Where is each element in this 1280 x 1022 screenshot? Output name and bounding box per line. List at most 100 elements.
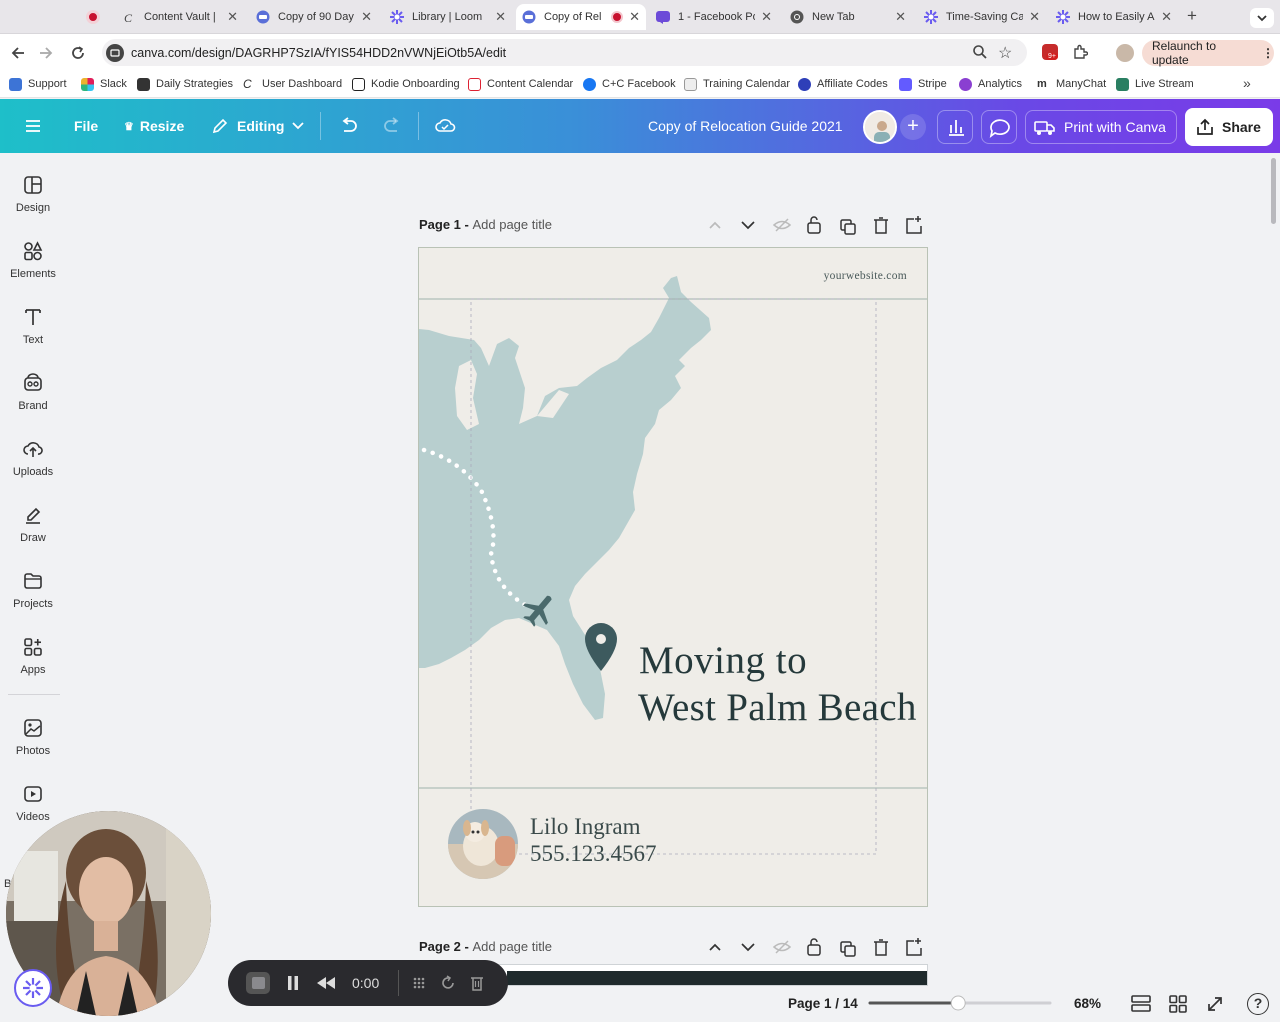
resize-button[interactable]: ♛ Resize xyxy=(124,118,184,134)
stop-recording-button[interactable] xyxy=(246,972,270,994)
close-icon[interactable]: ✕ xyxy=(895,9,906,25)
discard-trash-icon[interactable] xyxy=(470,975,484,991)
bookmark-star-icon[interactable]: ☆ xyxy=(998,43,1012,63)
duplicate-page-icon[interactable] xyxy=(840,941,856,957)
lock-icon[interactable] xyxy=(807,938,821,956)
bookmark-kodie-onboarding[interactable]: Kodie Onboarding xyxy=(352,75,460,93)
tab-loom-library[interactable]: Library | Loom ✕ xyxy=(384,4,512,30)
tab-content-vault[interactable]: C Content Vault | ✕ xyxy=(116,4,244,30)
tab-time-saving[interactable]: Time-Saving Ca ✕ xyxy=(918,4,1046,30)
comment-button[interactable] xyxy=(981,110,1017,144)
editing-mode-button[interactable]: Editing xyxy=(211,117,305,135)
bookmark-slack[interactable]: Slack xyxy=(81,75,127,93)
duplicate-page-icon[interactable] xyxy=(840,219,856,235)
undo-icon[interactable] xyxy=(339,117,359,135)
bookmark-manychat[interactable]: m ManyChat xyxy=(1037,75,1106,93)
add-collaborator-icon[interactable]: + xyxy=(900,114,926,140)
bookmark-cc-facebook[interactable]: C+C Facebook xyxy=(583,75,676,93)
tab-how-to-easily[interactable]: How to Easily A ✕ xyxy=(1050,4,1178,30)
grid-view-icon[interactable] xyxy=(1169,995,1187,1013)
sidebar-item-projects[interactable]: Projects xyxy=(0,571,66,610)
rewind-icon[interactable] xyxy=(316,976,336,990)
add-page-icon[interactable] xyxy=(906,938,922,956)
tab-90-day[interactable]: Copy of 90 Day ✕ xyxy=(250,4,378,30)
bookmark-analytics[interactable]: Analytics xyxy=(959,75,1022,93)
headline-line-1[interactable]: Moving to xyxy=(639,638,807,683)
help-icon[interactable]: ? xyxy=(1247,993,1269,1015)
chevron-down-icon[interactable] xyxy=(741,221,755,230)
close-icon[interactable]: ✕ xyxy=(495,9,506,25)
file-menu[interactable]: File xyxy=(74,118,98,134)
sidebar-item-text[interactable]: Text xyxy=(0,307,66,346)
relaunch-button[interactable]: Relaunch to update ⋮ xyxy=(1142,39,1274,67)
page-2-title-field[interactable]: Add page title xyxy=(472,939,552,954)
loom-logo-icon[interactable] xyxy=(14,969,52,1007)
fullscreen-icon[interactable] xyxy=(1206,995,1224,1013)
bookmark-support[interactable]: Support xyxy=(9,75,67,93)
bookmark-daily-strategies[interactable]: Daily Strategies xyxy=(137,75,233,93)
notes-view-icon[interactable] xyxy=(1131,995,1151,1013)
website-text[interactable]: yourwebsite.com xyxy=(824,270,907,282)
share-button[interactable]: Share xyxy=(1185,108,1273,146)
tab-search-chevron-icon[interactable] xyxy=(1250,8,1274,28)
forward-icon[interactable] xyxy=(38,45,54,61)
zoom-level[interactable]: 68% xyxy=(1074,996,1101,1011)
bookmark-user-dashboard[interactable]: C User Dashboard xyxy=(243,75,342,93)
insights-button[interactable] xyxy=(937,110,973,144)
hide-page-icon[interactable] xyxy=(772,940,792,954)
chevron-up-icon[interactable] xyxy=(709,943,721,951)
design-page-1[interactable]: yourwebsite.com Moving to West Palm Beac… xyxy=(418,247,928,907)
more-bookmarks-icon[interactable]: » xyxy=(1243,75,1251,91)
collaborator-avatar[interactable] xyxy=(863,110,897,144)
new-tab-button[interactable]: + xyxy=(1187,6,1197,26)
hide-page-icon[interactable] xyxy=(772,218,792,232)
sidebar-item-brand[interactable]: Brand xyxy=(0,373,66,412)
sidebar-item-videos[interactable]: Videos xyxy=(0,784,66,823)
delete-page-icon[interactable] xyxy=(874,939,888,956)
close-icon[interactable]: ✕ xyxy=(629,9,640,25)
tab-relocation-guide[interactable]: Copy of Rel ✕ xyxy=(516,4,646,30)
bookmark-content-calendar[interactable]: Content Calendar xyxy=(468,75,573,93)
pause-icon[interactable] xyxy=(286,975,300,991)
agent-phone[interactable]: 555.123.4567 xyxy=(530,841,657,867)
bookmark-stripe[interactable]: Stripe xyxy=(899,75,947,93)
menu-icon[interactable] xyxy=(25,119,41,133)
vertical-scrollbar-thumb[interactable] xyxy=(1271,158,1276,224)
close-icon[interactable]: ✕ xyxy=(361,9,372,25)
drag-handle-icon[interactable] xyxy=(412,976,426,990)
lock-icon[interactable] xyxy=(807,216,821,234)
sidebar-item-apps[interactable]: Apps xyxy=(0,637,66,676)
bookmark-live-stream[interactable]: Live Stream xyxy=(1116,75,1194,93)
bookmark-training-calendar[interactable]: Training Calendar xyxy=(684,75,790,93)
tab-new-tab[interactable]: New Tab ✕ xyxy=(784,4,912,30)
close-icon[interactable]: ✕ xyxy=(1029,9,1040,25)
page-indicator[interactable]: Page 1 / 14 xyxy=(788,996,858,1011)
close-icon[interactable]: ✕ xyxy=(1161,9,1172,25)
recording-indicator-icon[interactable] xyxy=(86,10,100,24)
sidebar-item-elements[interactable]: Elements xyxy=(0,241,66,280)
sidebar-item-design[interactable]: Design xyxy=(0,175,66,214)
agent-name[interactable]: Lilo Ingram xyxy=(530,814,641,840)
profile-avatar[interactable] xyxy=(1116,44,1134,62)
add-page-icon[interactable] xyxy=(906,216,922,234)
extensions-puzzle-icon[interactable] xyxy=(1072,44,1088,60)
tab-facebook-post[interactable]: 1 - Facebook Po ✕ xyxy=(650,4,778,30)
print-with-canva-button[interactable]: Print with Canva xyxy=(1025,110,1177,144)
redo-icon[interactable] xyxy=(382,117,402,135)
document-title[interactable]: Copy of Relocation Guide 2021 xyxy=(648,118,843,134)
close-icon[interactable]: ✕ xyxy=(761,9,772,25)
zoom-magnifier-icon[interactable] xyxy=(972,44,988,60)
close-icon[interactable]: ✕ xyxy=(227,9,238,25)
site-info-icon[interactable] xyxy=(106,44,124,62)
sidebar-item-uploads[interactable]: Uploads xyxy=(0,439,66,478)
reload-icon[interactable] xyxy=(70,45,86,61)
headline-line-2[interactable]: West Palm Beach xyxy=(638,685,917,730)
chevron-down-icon[interactable] xyxy=(741,943,755,952)
restart-icon[interactable] xyxy=(440,975,456,991)
back-icon[interactable] xyxy=(10,45,26,61)
sidebar-item-photos[interactable]: Photos xyxy=(0,718,66,757)
delete-page-icon[interactable] xyxy=(874,217,888,234)
cloud-saved-icon[interactable] xyxy=(434,116,456,134)
sidebar-item-draw[interactable]: Draw xyxy=(0,505,66,544)
chevron-up-icon[interactable] xyxy=(709,221,721,229)
